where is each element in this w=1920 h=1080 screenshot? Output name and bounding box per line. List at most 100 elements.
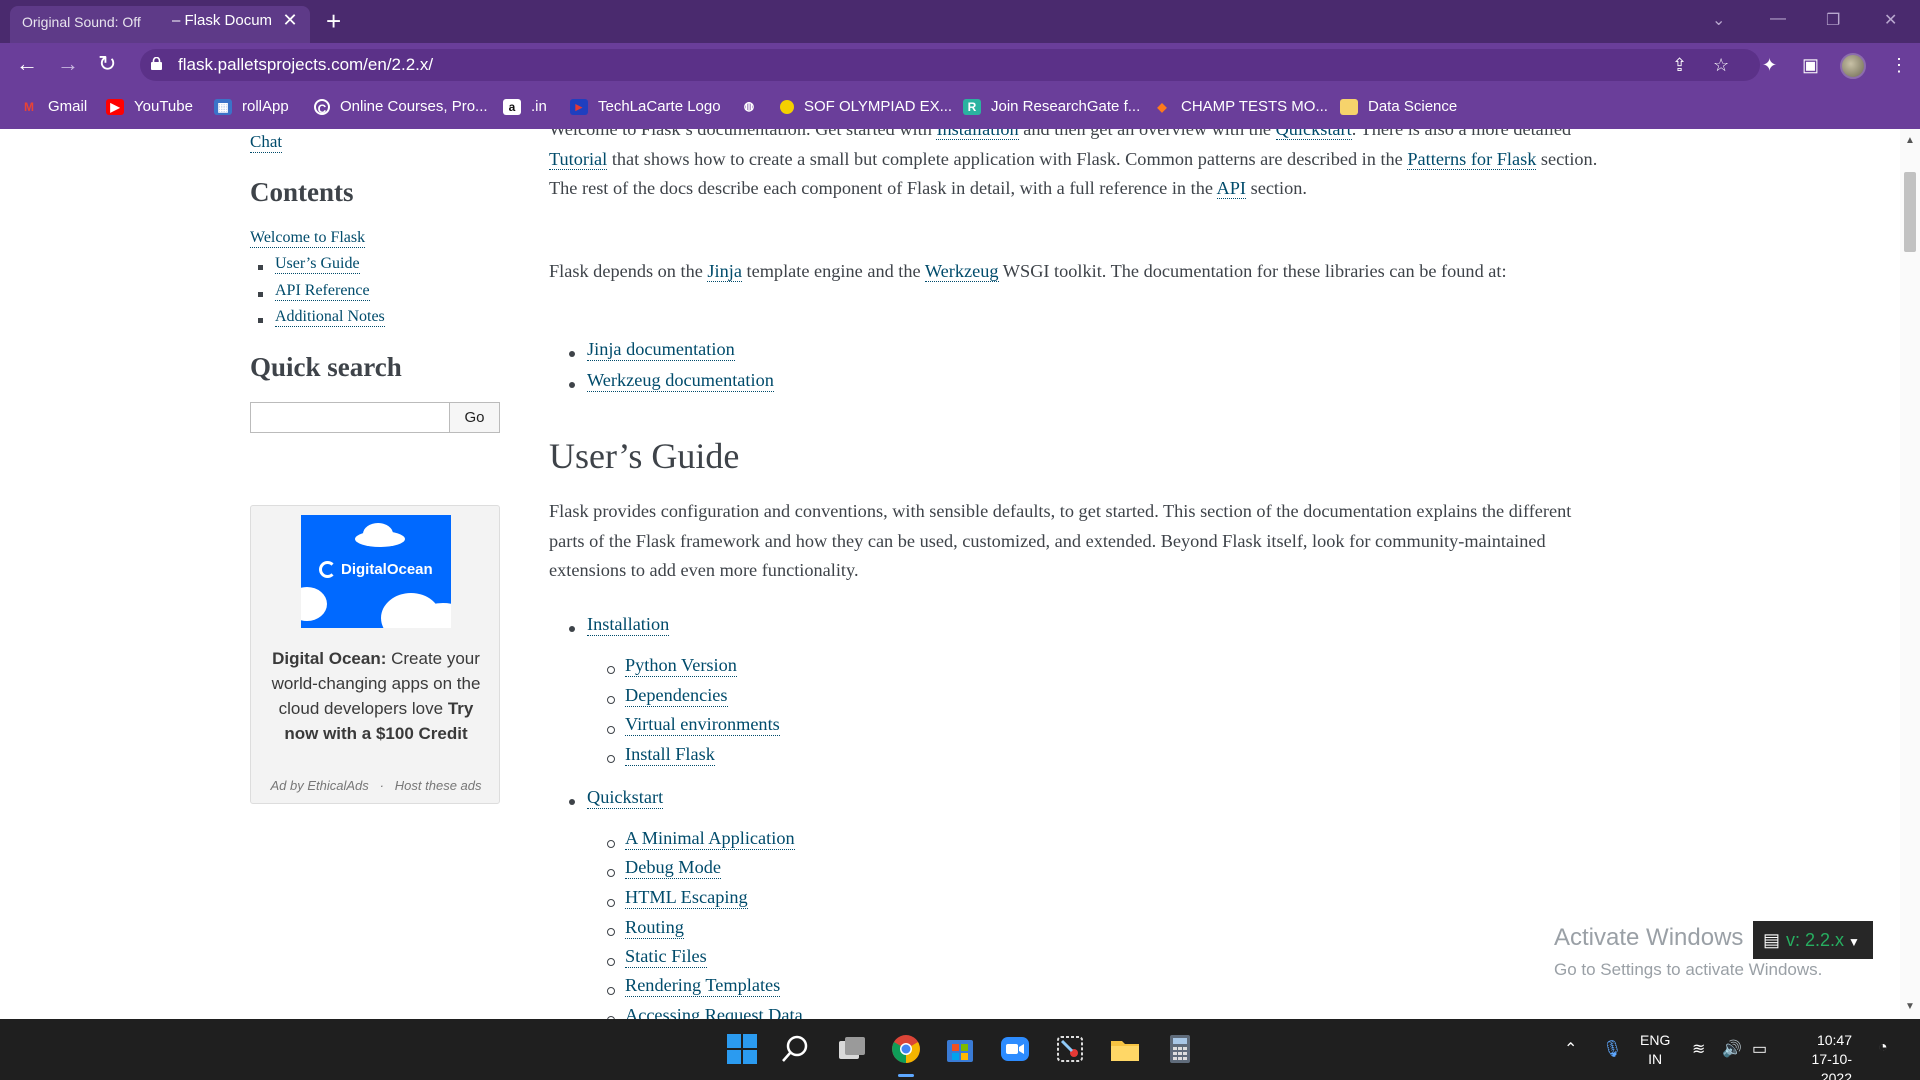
toc-quickstart[interactable]: Quickstart <box>587 787 664 809</box>
extensions-puzzle-icon[interactable]: ✦ <box>1762 55 1777 76</box>
toc-link-users-guide[interactable]: User’s Guide <box>275 255 360 274</box>
forward-arrow-icon[interactable]: → <box>57 53 79 75</box>
side-panel-icon[interactable]: ▣ <box>1802 55 1819 76</box>
notifications-icon[interactable]: ◔ <box>1878 1039 1888 1057</box>
snipping-tool-icon[interactable] <box>1054 1033 1086 1065</box>
new-tab-icon[interactable]: + <box>326 8 341 34</box>
list-bullet <box>607 840 615 848</box>
url-text[interactable]: flask.palletsprojects.com/en/2.2.x/ <box>178 55 433 75</box>
toc-routing[interactable]: Routing <box>625 917 684 939</box>
version-switcher[interactable]: ▤ v: 2.2.x ▼ <box>1753 921 1873 959</box>
back-arrow-icon[interactable]: ← <box>16 53 38 75</box>
scroll-up-arrow-icon[interactable]: ▲ <box>1905 135 1915 146</box>
active-app-indicator <box>898 1074 914 1077</box>
host-these-ads-link[interactable]: Host these ads <box>395 778 482 793</box>
battery-icon[interactable]: ▭ <box>1752 1039 1767 1059</box>
bookmark-online-courses[interactable]: C Online Courses, Pro... <box>314 98 488 116</box>
search-icon[interactable] <box>780 1033 812 1065</box>
toc-link-welcome[interactable]: Welcome to Flask <box>250 229 366 248</box>
link-werkzeug[interactable]: Werkzeug <box>924 261 999 282</box>
toc-static-files[interactable]: Static Files <box>625 946 707 968</box>
tab-search-chevron-icon[interactable]: ⌄ <box>1712 10 1725 30</box>
users-guide-paragraph: Flask provides configuration and convent… <box>549 501 1572 580</box>
bookmark-researchgate[interactable]: R Join ResearchGate f... <box>963 98 1140 115</box>
calculator-icon[interactable] <box>1164 1033 1196 1065</box>
zoom-icon[interactable] <box>999 1033 1031 1065</box>
ad-by-ethicalads-link[interactable]: Ad by EthicalAds <box>270 778 368 793</box>
bookmark-techlacarte[interactable]: ► TechLaCarte Logo <box>570 98 721 115</box>
ad-brand: Digital Ocean: <box>272 649 387 668</box>
page-scrollbar[interactable] <box>1900 129 1920 1019</box>
toc-install-flask[interactable]: Install Flask <box>625 744 715 766</box>
language-indicator[interactable]: ENG IN <box>1640 1031 1670 1069</box>
minimize-icon[interactable]: — <box>1770 10 1786 28</box>
list-bullet <box>569 799 575 805</box>
list-bullet <box>569 351 575 357</box>
sof-icon <box>780 99 794 114</box>
lock-icon[interactable] <box>151 57 162 70</box>
list-bullet <box>607 755 615 763</box>
techlacarte-icon: ► <box>570 98 588 115</box>
ad-text[interactable]: Digital Ocean: Create your world-changin… <box>263 646 489 746</box>
tab-title[interactable]: – Flask Docum <box>172 12 272 29</box>
toc-bullet <box>258 265 263 270</box>
bookmark-globe[interactable]: ◍ <box>740 98 768 114</box>
bookmark-amazon[interactable]: a .in <box>503 98 547 115</box>
windows-start-icon[interactable] <box>726 1033 758 1065</box>
bookmark-gmail[interactable]: M Gmail <box>20 98 87 115</box>
list-bullet <box>569 626 575 632</box>
wifi-icon[interactable]: ≋ <box>1692 1039 1705 1059</box>
digitalocean-ad-image[interactable]: DigitalOcean <box>301 515 451 628</box>
link-api[interactable]: API <box>1216 178 1247 199</box>
link-installation[interactable]: Installation <box>936 129 1019 140</box>
bookmark-folder-data-science[interactable]: Data Science <box>1340 98 1457 115</box>
bookmark-sof-olympiad[interactable]: SOF OLYMPIAD EX... <box>780 98 952 115</box>
link-quickstart[interactable]: Quickstart <box>1275 129 1352 140</box>
window-close-icon[interactable]: ✕ <box>1884 10 1897 30</box>
scrollbar-thumb[interactable] <box>1904 172 1916 252</box>
coursera-icon: C <box>314 98 330 116</box>
toc-rendering-templates[interactable]: Rendering Templates <box>625 975 781 997</box>
search-go-button[interactable]: Go <box>449 402 500 433</box>
link-werkzeug-documentation[interactable]: Werkzeug documentation <box>587 370 774 392</box>
clock[interactable]: 10:47 17-10-2022 <box>1790 1031 1852 1080</box>
reload-icon[interactable]: ↻ <box>98 53 116 75</box>
list-bullet <box>607 696 615 704</box>
toc-dependencies[interactable]: Dependencies <box>625 685 728 707</box>
bookmark-star-icon[interactable]: ☆ <box>1713 55 1729 76</box>
sidebar-link-chat[interactable]: Chat <box>250 132 283 153</box>
bookmark-rollapp[interactable]: ▦ rollApp <box>214 98 289 115</box>
profile-avatar[interactable] <box>1840 53 1866 79</box>
microphone-icon[interactable]: 🎙 <box>1602 1039 1622 1059</box>
toc-link-api-reference[interactable]: API Reference <box>275 282 370 301</box>
share-icon[interactable]: ⇪ <box>1672 55 1687 76</box>
toc-link-additional-notes[interactable]: Additional Notes <box>275 308 385 327</box>
bookmarks-bar: M Gmail ▶ YouTube ▦ rollApp C Online Courses… <box>0 88 1920 129</box>
link-patterns[interactable]: Patterns for Flask <box>1407 148 1537 170</box>
volume-icon[interactable]: 🔊 <box>1722 1039 1742 1059</box>
toc-virtual-environments[interactable]: Virtual environments <box>625 714 780 736</box>
toc-minimal-application[interactable]: A Minimal Application <box>625 828 795 850</box>
restore-icon[interactable]: ❐ <box>1826 10 1840 30</box>
chrome-icon[interactable] <box>890 1033 922 1065</box>
link-jinja[interactable]: Jinja <box>707 261 742 282</box>
bookmark-youtube[interactable]: ▶ YouTube <box>106 98 193 115</box>
file-explorer-icon[interactable] <box>1109 1033 1141 1065</box>
tray-overflow-chevron-icon[interactable]: ⌃ <box>1564 1039 1577 1059</box>
quick-search-input[interactable] <box>250 402 450 433</box>
list-bullet <box>607 928 615 936</box>
tab-close-icon[interactable]: ✕ <box>280 10 300 30</box>
chrome-menu-icon[interactable]: ⋮ <box>1890 55 1908 76</box>
toc-html-escaping[interactable]: HTML Escaping <box>625 887 748 909</box>
toc-installation[interactable]: Installation <box>587 614 670 636</box>
toc-accessing-request-data[interactable]: Accessing Request Data <box>625 1005 803 1019</box>
microsoft-store-icon[interactable] <box>944 1033 976 1065</box>
scroll-down-arrow-icon[interactable]: ▼ <box>1905 1001 1915 1012</box>
task-view-icon[interactable] <box>836 1033 868 1065</box>
bookmark-champ-tests[interactable]: ◆ CHAMP TESTS MO... <box>1153 98 1328 115</box>
toc-debug-mode[interactable]: Debug Mode <box>625 857 721 879</box>
link-tutorial[interactable]: Tutorial <box>549 148 608 170</box>
link-jinja-documentation[interactable]: Jinja documentation <box>587 339 735 361</box>
toc-python-version[interactable]: Python Version <box>625 655 737 677</box>
digitalocean-logo-icon <box>319 561 336 578</box>
